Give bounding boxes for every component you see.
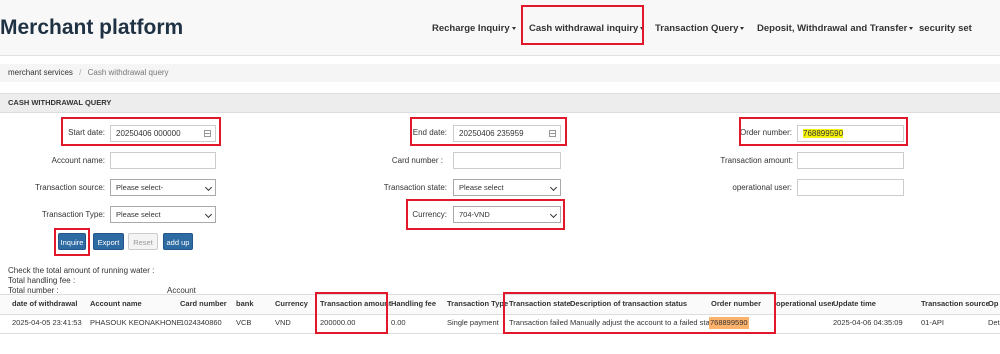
brand-title: Merchant platform: [0, 16, 184, 39]
section-header: CASH WITHDRAWAL QUERY: [0, 93, 1000, 113]
table-cell: 1024340860: [180, 318, 222, 327]
summary-handling-fee: Total handling fee :: [8, 276, 76, 285]
table-header-cell[interactable]: bank: [236, 297, 254, 311]
highlight-box: [739, 117, 908, 146]
table-header-cell[interactable]: Card number: [180, 297, 227, 311]
transaction-source-select[interactable]: Please select-: [110, 179, 216, 196]
add-up-button[interactable]: add up: [163, 233, 193, 250]
breadcrumb-current: Cash withdrawal query: [87, 68, 169, 77]
highlight-box: [315, 292, 388, 334]
transaction-amount-field[interactable]: [797, 152, 904, 169]
table-header-cell[interactable]: Account name: [90, 297, 142, 311]
table-cell[interactable]: Deta: [988, 317, 1000, 329]
breadcrumb: merchant services / Cash withdrawal quer…: [0, 64, 1000, 82]
transaction-type-select[interactable]: Please select: [110, 206, 216, 223]
chevron-down-icon: [204, 183, 213, 192]
highlight-box: [406, 199, 565, 230]
account-name-field[interactable]: [110, 152, 216, 169]
card-number-field[interactable]: [453, 152, 561, 169]
caret-down-icon: [740, 26, 745, 30]
table-header-cell[interactable]: Transaction source: [921, 297, 990, 311]
operational-user-label: operational user:: [732, 183, 792, 192]
account-name-label: Account name:: [51, 156, 105, 165]
caret-down-icon: [511, 26, 516, 30]
table-header-cell[interactable]: Handling fee: [391, 297, 436, 311]
table-header-cell[interactable]: Transaction Type: [447, 297, 508, 311]
caret-down-icon: [909, 26, 914, 30]
highlight-box: [410, 117, 567, 146]
table-cell: VCB: [236, 318, 252, 327]
highlight-box: [503, 292, 776, 334]
table-header-cell[interactable]: Currency: [275, 297, 308, 311]
breadcrumb-home[interactable]: merchant services: [0, 68, 73, 77]
table-cell: 01-API: [921, 318, 944, 327]
table-header-cell[interactable]: Op: [988, 297, 998, 311]
table-cell: VND: [275, 318, 291, 327]
card-number-label: Card number :: [391, 156, 443, 165]
transaction-type-label: Transaction Type:: [41, 210, 105, 219]
table-header-cell[interactable]: operational user: [776, 297, 834, 311]
chevron-down-icon: [549, 183, 558, 192]
chevron-down-icon: [204, 210, 213, 219]
table-divider: [0, 333, 1000, 334]
export-button[interactable]: Export: [93, 233, 124, 250]
nav-recharge-inquiry[interactable]: Recharge Inquiry: [432, 0, 516, 55]
section-title: CASH WITHDRAWAL QUERY: [8, 98, 112, 107]
transaction-amount-label: Transaction amount:: [720, 156, 793, 165]
table-cell: 2025-04-05 23:41:53: [12, 318, 82, 327]
transaction-state-label: Transaction state:: [383, 183, 447, 192]
table-header-cell[interactable]: Update time: [833, 297, 876, 311]
nav-deposit-withdrawal-transfer[interactable]: Deposit, Withdrawal and Transfer: [757, 0, 914, 55]
table-cell: 0.00: [391, 318, 406, 327]
transaction-source-label: Transaction source:: [35, 183, 105, 192]
table-header-cell[interactable]: date of withdrawal: [12, 297, 77, 311]
summary-running-water: Check the total amount of running water …: [8, 266, 155, 275]
nav-transaction-query[interactable]: Transaction Query: [655, 0, 745, 55]
highlight-box: [54, 228, 90, 256]
transaction-state-select[interactable]: Please select: [453, 179, 561, 196]
nav-security-set[interactable]: security set: [919, 0, 972, 55]
table-cell: 2025-04-06 04:35:09: [833, 318, 903, 327]
table-cell: PHASOUK KEONAKHONE: [90, 318, 182, 327]
breadcrumb-separator: /: [79, 68, 82, 77]
highlight-box: [61, 117, 221, 146]
operational-user-field[interactable]: [797, 179, 904, 196]
highlight-box: [521, 5, 644, 45]
reset-button[interactable]: Reset: [128, 233, 158, 250]
table-cell: Single payment: [447, 318, 499, 327]
